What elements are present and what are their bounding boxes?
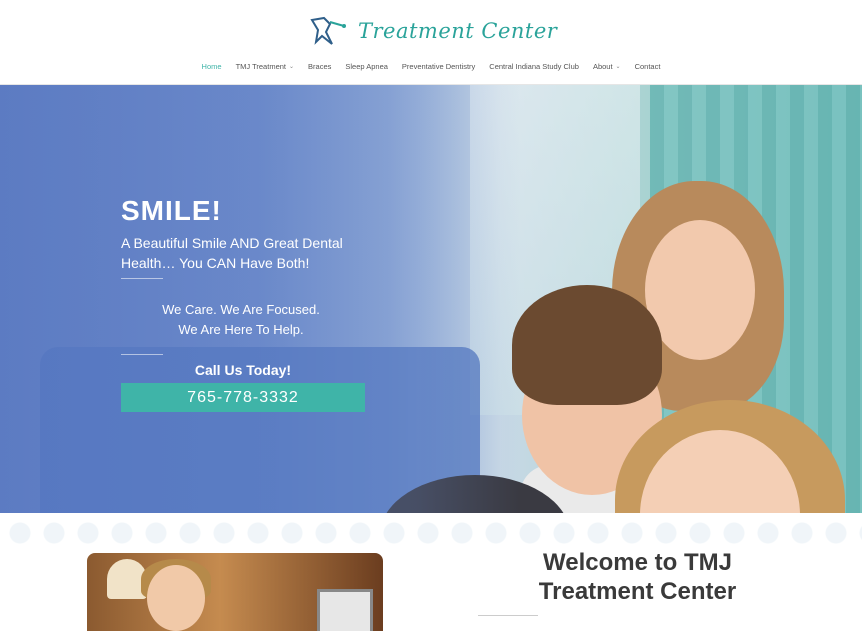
- family-photo-boy-hair: [512, 285, 662, 405]
- nav-label: Contact: [634, 62, 661, 71]
- doctor-photo: [87, 553, 383, 631]
- phone-button[interactable]: 765-778-3332: [121, 383, 365, 412]
- hero-care-text: We Care. We Are Focused. We Are Here To …: [121, 300, 361, 340]
- hero-overlay: [0, 85, 520, 513]
- nav-label: Home: [201, 62, 222, 71]
- nav-label: Central Indiana Study Club: [489, 62, 579, 71]
- divider: [121, 354, 163, 355]
- tooth-logo-icon: [310, 16, 346, 45]
- doctor-face: [147, 565, 205, 631]
- nav-item-study-club[interactable]: Central Indiana Study Club: [489, 62, 579, 71]
- hero-headline: SMILE!: [121, 195, 222, 226]
- nav-item-tmj-treatment[interactable]: TMJ Treatment ⌄: [236, 62, 294, 71]
- nav-label: Preventative Dentistry: [401, 62, 476, 71]
- welcome-section: Welcome to TMJ Treatment Center: [0, 513, 862, 631]
- main-nav: Home TMJ Treatment ⌄ Braces Sleep Apnea P…: [0, 62, 862, 71]
- nav-label: About: [592, 62, 613, 71]
- chevron-down-icon: ⌄: [289, 64, 295, 70]
- welcome-line-2: Treatment Center: [538, 578, 737, 605]
- hex-pattern: [0, 513, 862, 553]
- nav-item-sleep-apnea[interactable]: Sleep Apnea: [345, 62, 388, 71]
- welcome-line-1: Welcome to TMJ: [543, 549, 732, 576]
- chevron-down-icon: ⌄: [615, 64, 621, 70]
- welcome-heading: Welcome to TMJ Treatment Center: [495, 548, 780, 606]
- hero-banner: [0, 85, 862, 513]
- nav-item-about[interactable]: About ⌄: [593, 62, 621, 71]
- logo-text: Treatment Center: [358, 19, 558, 43]
- nav-item-home[interactable]: Home: [202, 62, 222, 71]
- nav-item-braces[interactable]: Braces: [308, 62, 331, 71]
- nav-label: TMJ Treatment: [235, 62, 286, 71]
- care-line-1: We Care. We Are Focused.: [162, 302, 320, 317]
- care-line-2: We Are Here To Help.: [178, 322, 304, 337]
- call-label: Call Us Today!: [194, 362, 292, 378]
- nav-item-preventative-dentistry[interactable]: Preventative Dentistry: [402, 62, 475, 71]
- hero-subhead: A Beautiful Smile AND Great Dental Healt…: [121, 235, 343, 271]
- nav-item-contact[interactable]: Contact: [635, 62, 661, 71]
- divider: [478, 615, 538, 616]
- divider: [121, 278, 163, 279]
- site-header: Treatment Center Home TMJ Treatment ⌄ Bra…: [0, 0, 862, 85]
- nav-label: Braces: [308, 62, 332, 71]
- site-logo[interactable]: Treatment Center: [306, 14, 557, 48]
- nav-label: Sleep Apnea: [345, 62, 388, 71]
- monitor-image: [317, 589, 373, 631]
